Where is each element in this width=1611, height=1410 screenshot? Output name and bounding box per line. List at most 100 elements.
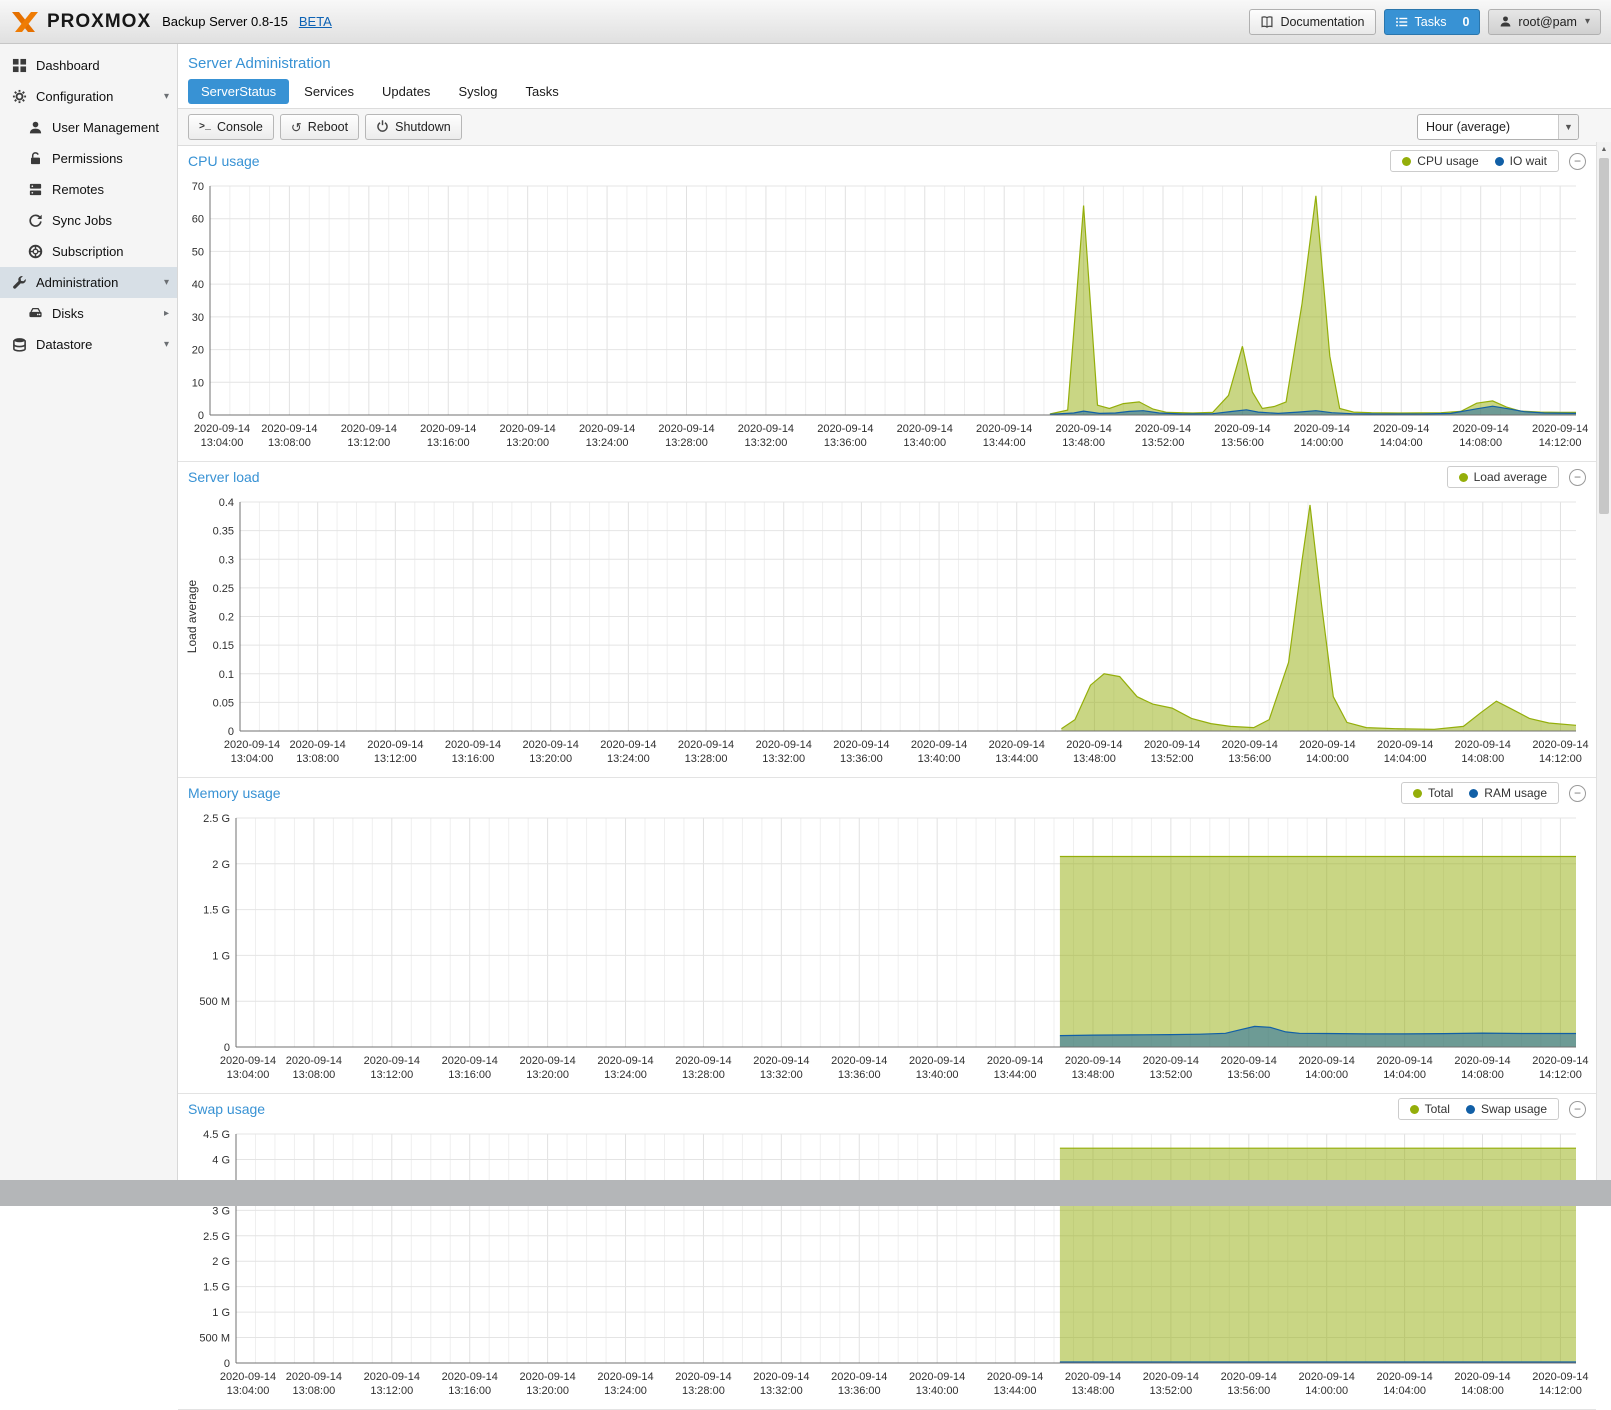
x-tick-date: 2020-09-14 — [1222, 739, 1278, 751]
legend-label: Total — [1425, 1102, 1450, 1116]
user-menu-button[interactable]: root@pam ▾ — [1488, 9, 1601, 35]
caret-down-icon[interactable]: ▾ — [164, 277, 169, 288]
tab-updates[interactable]: Updates — [369, 79, 443, 104]
x-tick-date: 2020-09-14 — [897, 423, 953, 435]
book-icon — [1260, 15, 1274, 29]
tab-syslog[interactable]: Syslog — [445, 79, 510, 104]
sidebar-item-administration[interactable]: Administration ▾ — [0, 267, 177, 298]
x-tick-date: 2020-09-14 — [831, 1055, 887, 1067]
x-tick-date: 2020-09-14 — [1532, 739, 1588, 751]
x-tick-date: 2020-09-14 — [989, 739, 1045, 751]
proxmox-logo-icon — [10, 10, 40, 34]
beta-link[interactable]: BETA — [299, 14, 332, 29]
legend-item-cpu-usage[interactable]: CPU usage — [1402, 154, 1478, 168]
x-tick-date: 2020-09-14 — [1299, 739, 1355, 751]
chart-legend: CPU usage IO wait — [1390, 150, 1559, 172]
x-tick-date: 2020-09-14 — [1065, 1055, 1121, 1067]
tasks-button[interactable]: Tasks 0 — [1384, 9, 1481, 35]
chart-canvas-memory-usage: 0500 M1 G1.5 G2 G2.5 G2020-09-1413:04:00… — [184, 808, 1590, 1093]
sidebar-item-user-management[interactable]: User Management — [0, 112, 177, 143]
x-tick-time: 13:24:00 — [586, 437, 629, 449]
x-tick-time: 13:04:00 — [227, 1385, 270, 1397]
sidebar-item-configuration[interactable]: Configuration▾ — [0, 81, 177, 112]
y-tick-label: 1 G — [212, 950, 230, 962]
legend-item-ram-usage[interactable]: RAM usage — [1469, 786, 1547, 800]
x-tick-date: 2020-09-14 — [738, 423, 794, 435]
legend-dot-icon — [1402, 157, 1411, 166]
x-tick-date: 2020-09-14 — [1376, 1371, 1432, 1383]
collapse-icon[interactable]: − — [1569, 785, 1586, 802]
x-tick-date: 2020-09-14 — [1299, 1371, 1355, 1383]
x-tick-time: 14:04:00 — [1383, 1069, 1426, 1081]
x-tick-date: 2020-09-14 — [817, 423, 873, 435]
tab-serverstatus[interactable]: ServerStatus — [188, 79, 289, 104]
x-tick-date: 2020-09-14 — [341, 423, 397, 435]
x-tick-time: 13:28:00 — [682, 1069, 725, 1081]
y-tick-label: 0.3 — [219, 554, 234, 566]
collapse-icon[interactable]: − — [1569, 469, 1586, 486]
sidebar: Dashboard Configuration▾User ManagementPe… — [0, 44, 178, 1206]
x-tick-date: 2020-09-14 — [976, 423, 1032, 435]
x-tick-time: 13:08:00 — [292, 1069, 335, 1081]
shutdown-button[interactable]: Shutdown — [365, 114, 462, 140]
legend-item-io-wait[interactable]: IO wait — [1495, 154, 1547, 168]
sidebar-item-label: Administration — [36, 275, 118, 290]
sidebar-item-permissions[interactable]: Permissions — [0, 143, 177, 174]
x-tick-time: 13:44:00 — [995, 753, 1038, 765]
x-tick-time: 13:48:00 — [1072, 1069, 1115, 1081]
collapse-icon[interactable]: − — [1569, 1101, 1586, 1118]
x-tick-time: 14:08:00 — [1461, 1385, 1504, 1397]
brand: PROXMOX Backup Server 0.8-15 BETA — [10, 10, 332, 34]
tab-services[interactable]: Services — [291, 79, 367, 104]
x-tick-date: 2020-09-14 — [678, 739, 734, 751]
x-tick-time: 13:56:00 — [1227, 1069, 1270, 1081]
sidebar-item-sync-jobs[interactable]: Sync Jobs — [0, 205, 177, 236]
y-tick-label: 0.15 — [213, 640, 234, 652]
scroll-up-icon[interactable]: ▲ — [1597, 142, 1611, 157]
y-tick-label: 1.5 G — [203, 1282, 230, 1294]
x-tick-time: 13:32:00 — [760, 1069, 803, 1081]
x-tick-time: 13:12:00 — [374, 753, 417, 765]
caret-down-icon[interactable]: ▾ — [164, 339, 169, 350]
legend-item-total[interactable]: Total — [1413, 786, 1453, 800]
x-tick-date: 2020-09-14 — [1454, 1371, 1510, 1383]
sidebar-item-label: Dashboard — [36, 58, 100, 73]
sidebar-item-dashboard[interactable]: Dashboard — [0, 50, 177, 81]
reboot-button[interactable]: ↺ Reboot — [280, 114, 359, 140]
x-tick-date: 2020-09-14 — [753, 1055, 809, 1067]
sidebar-item-remotes[interactable]: Remotes — [0, 174, 177, 205]
x-tick-date: 2020-09-14 — [658, 423, 714, 435]
y-tick-label: 60 — [192, 214, 204, 226]
x-tick-date: 2020-09-14 — [261, 423, 317, 435]
x-tick-time: 13:12:00 — [347, 437, 390, 449]
chart-canvas-cpu-usage: 0102030405060702020-09-1413:04:002020-09… — [184, 176, 1590, 461]
sidebar-item-subscription[interactable]: Subscription — [0, 236, 177, 267]
y-tick-label: 500 M — [199, 1333, 230, 1345]
sidebar-item-label: Remotes — [52, 182, 104, 197]
x-tick-date: 2020-09-14 — [290, 739, 346, 751]
collapse-icon[interactable]: − — [1569, 153, 1586, 170]
legend-label: CPU usage — [1417, 154, 1478, 168]
vertical-scrollbar[interactable]: ▲ — [1596, 142, 1611, 1206]
console-button[interactable]: >_ Console — [188, 114, 274, 140]
x-tick-date: 2020-09-14 — [442, 1055, 498, 1067]
x-tick-time: 13:24:00 — [604, 1385, 647, 1397]
legend-item-load-average[interactable]: Load average — [1459, 470, 1547, 484]
x-tick-time: 13:08:00 — [268, 437, 311, 449]
x-tick-time: 13:56:00 — [1227, 1385, 1270, 1397]
timeframe-select[interactable]: Hour (average) ▼ — [1417, 114, 1579, 140]
x-tick-date: 2020-09-14 — [909, 1055, 965, 1067]
documentation-button[interactable]: Documentation — [1249, 9, 1375, 35]
legend-item-total[interactable]: Total — [1410, 1102, 1450, 1116]
caret-right-icon[interactable]: ▸ — [164, 308, 169, 319]
x-tick-time: 13:48:00 — [1062, 437, 1105, 449]
scrollbar-thumb[interactable] — [1599, 158, 1609, 514]
legend-item-swap-usage[interactable]: Swap usage — [1466, 1102, 1547, 1116]
sidebar-item-disks[interactable]: Disks▸ — [0, 298, 177, 329]
x-tick-time: 13:36:00 — [838, 1069, 881, 1081]
caret-down-icon[interactable]: ▾ — [164, 91, 169, 102]
x-tick-time: 14:12:00 — [1539, 753, 1582, 765]
select-trigger-icon[interactable]: ▼ — [1558, 115, 1578, 139]
sidebar-item-datastore[interactable]: Datastore▾ — [0, 329, 177, 360]
tab-tasks[interactable]: Tasks — [512, 79, 571, 104]
